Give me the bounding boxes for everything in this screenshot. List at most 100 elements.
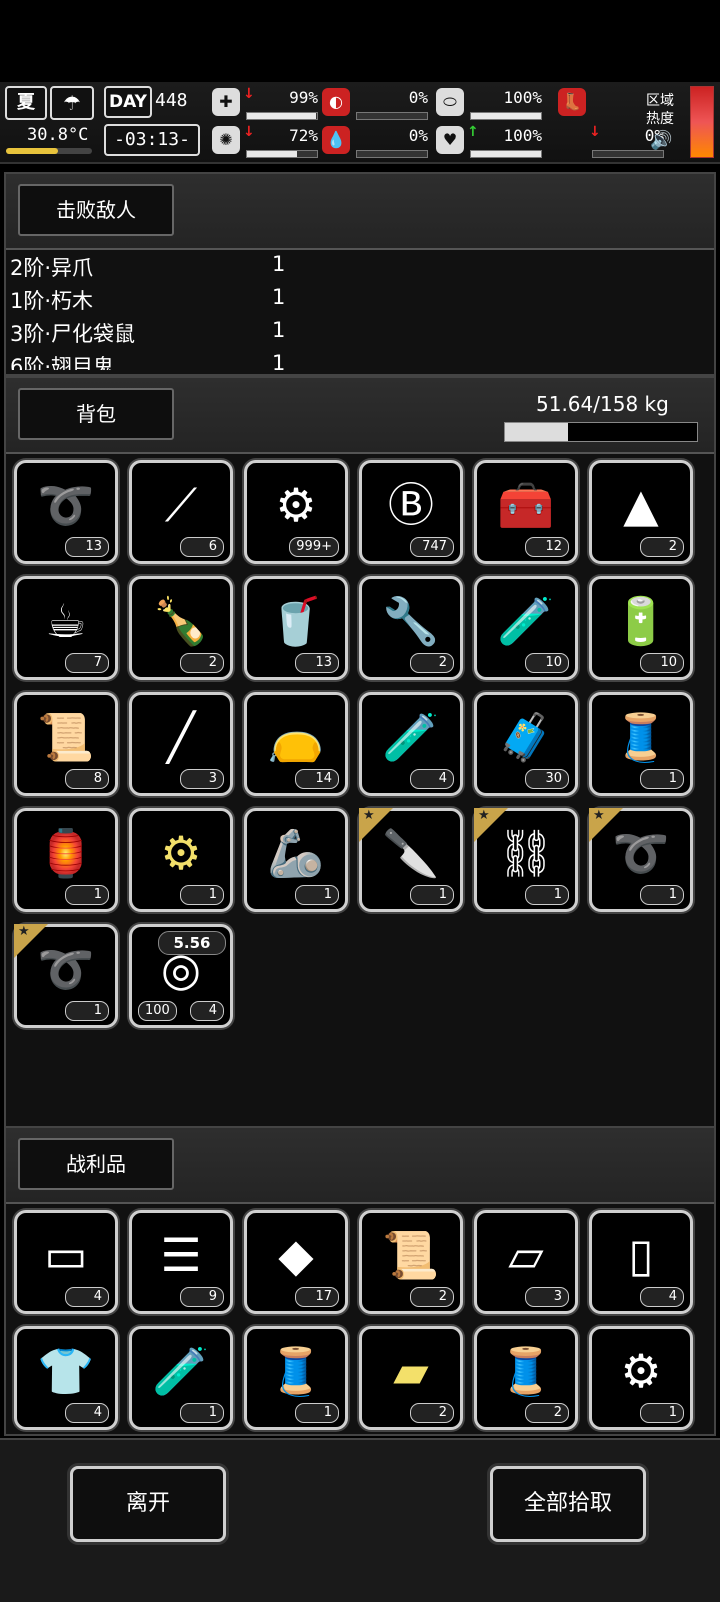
enemy-row: 2阶·异爪 1 [10, 252, 710, 285]
item-count: 1 [640, 1403, 684, 1423]
stat-mood: ♥ ↑ 100% [436, 124, 546, 158]
item-slot[interactable]: ╱ 3 [129, 692, 233, 796]
item-slot[interactable]: 👕 4 [14, 1326, 118, 1430]
stat-bar [246, 150, 318, 158]
loot-tab[interactable]: 战利品 [18, 1138, 174, 1190]
item-slot[interactable]: 🦾 1 [244, 808, 348, 912]
item-count: 4 [410, 769, 454, 789]
item-slot[interactable]: ▱ 3 [474, 1210, 578, 1314]
item-slot[interactable]: ◆ 17 [244, 1210, 348, 1314]
test-tube-v-icon: 🧪 [382, 710, 440, 764]
item-slot[interactable]: ⟋ 6 [129, 460, 233, 564]
item-slot[interactable]: ▯ 4 [589, 1210, 693, 1314]
gold-lantern-part-icon: 🏮 [37, 826, 95, 880]
mechanical-part-icon: ⚙ [620, 1344, 662, 1398]
item-slot[interactable]: 🧵 1 [589, 692, 693, 796]
item-slot[interactable]: ⛓1 [474, 808, 578, 912]
enemy-name: 1阶·朽木 [10, 289, 94, 313]
defeated-enemies-tab[interactable]: 击败敌人 [18, 184, 174, 236]
stat-bar [592, 150, 664, 158]
stat-brain: ✺ ↓ 72% [212, 124, 322, 158]
item-slot[interactable]: ▰ 2 [359, 1326, 463, 1430]
item-slot[interactable]: ⚙ 1 [589, 1326, 693, 1430]
item-slot[interactable]: ➰1 [589, 808, 693, 912]
item-slot[interactable]: 🧳 30 [474, 692, 578, 796]
zone-heat-label: 区域 热度 [646, 93, 674, 127]
item-slot[interactable]: 🍾 2 [129, 576, 233, 680]
item-slot[interactable]: 📜 2 [359, 1210, 463, 1314]
item-count: 8 [65, 769, 109, 789]
star-rank-icon [474, 808, 508, 842]
item-slot[interactable]: ⚙ 999+ [244, 460, 348, 564]
enemy-count: 1 [272, 351, 286, 370]
item-count: 13 [295, 653, 339, 673]
backpack-tab[interactable]: 背包 [18, 388, 174, 440]
item-slot[interactable]: ⚙ 1 [129, 808, 233, 912]
item-slot[interactable]: 👝 14 [244, 692, 348, 796]
item-slot[interactable]: 🔋 10 [589, 576, 693, 680]
speaker-icon[interactable]: 🔊 [650, 130, 672, 151]
stomach-icon: ◐ [322, 88, 350, 116]
item-slot[interactable]: 🧵 1 [244, 1326, 348, 1430]
item-slot[interactable]: 🔧 2 [359, 576, 463, 680]
stat-hunger: ◐ 0% [322, 86, 432, 120]
enemy-list[interactable]: 2阶·异爪 1 1阶·朽木 1 3阶·尸化袋鼠 1 6阶·翅目鬼 1 [10, 252, 710, 370]
cloth-scrap-icon: ▲ [623, 478, 659, 532]
item-count: 1 [180, 885, 224, 905]
item-slot[interactable]: 🧵 2 [474, 1326, 578, 1430]
item-slot[interactable]: ◎ 5.56 100 4 [129, 924, 233, 1028]
take-all-button[interactable]: 全部拾取 [490, 1466, 646, 1542]
enemy-count: 1 [272, 252, 286, 276]
stat-value: 99% [289, 88, 318, 107]
item-slot[interactable]: ➰1 [14, 924, 118, 1028]
item-count: 1 [525, 885, 569, 905]
item-count: 30 [525, 769, 569, 789]
item-count: 1 [640, 885, 684, 905]
enemy-row: 6阶·翅目鬼 1 [10, 351, 710, 370]
item-count: 2 [525, 1403, 569, 1423]
gold-gadget-icon: ⚙ [160, 826, 202, 880]
item-slot[interactable]: 🏮 1 [14, 808, 118, 912]
bottle-icon: 🍾 [152, 594, 210, 648]
item-count: 1 [180, 1403, 224, 1423]
item-slot[interactable]: 📜 8 [14, 692, 118, 796]
item-slot[interactable]: ▭ 4 [14, 1210, 118, 1314]
item-count: 6 [180, 537, 224, 557]
item-slot[interactable]: ☰ 9 [129, 1210, 233, 1314]
item-slot[interactable]: 🥤 13 [244, 576, 348, 680]
item-slot[interactable]: 🧪 4 [359, 692, 463, 796]
toolbox-icon: 🔧 [382, 594, 440, 648]
item-slot[interactable]: Ⓑ 747 [359, 460, 463, 564]
treasure-chest-icon: 🧳 [497, 710, 555, 764]
item-count: 17 [295, 1287, 339, 1307]
item-count: 2 [410, 1403, 454, 1423]
stat-bar [246, 112, 318, 120]
item-slot[interactable]: ☕ 7 [14, 576, 118, 680]
enemy-row: 3阶·尸化袋鼠 1 [10, 318, 710, 351]
item-slot[interactable]: 🧪 10 [474, 576, 578, 680]
item-slot[interactable]: 🔪1 [359, 808, 463, 912]
defeated-enemies-panel: 击败敌人 2阶·异爪 1 1阶·朽木 1 3阶·尸化袋鼠 1 6阶·翅目鬼 1 [4, 172, 716, 376]
item-slot[interactable]: ➰ 13 [14, 460, 118, 564]
item-slot[interactable]: ▲ 2 [589, 460, 693, 564]
item-count: 2 [640, 537, 684, 557]
dirty-rag-icon: ◆ [278, 1228, 314, 1282]
item-slot[interactable]: 🧪 1 [129, 1326, 233, 1430]
stat-bar [470, 150, 542, 158]
stat-trend-arrow: ↑ [467, 124, 479, 140]
tool-bag-icon: 👝 [267, 710, 325, 764]
star-rank-icon [14, 924, 48, 958]
temperature-readout: 30.8°C [27, 125, 89, 145]
item-count: 14 [295, 769, 339, 789]
tool-token-icon: ⚙ [275, 478, 317, 532]
leave-button[interactable]: 离开 [70, 1466, 226, 1542]
stat-bar [470, 112, 542, 120]
stat-value: 0% [408, 88, 428, 107]
paper-roll-icon: 📜 [37, 710, 95, 764]
stat-value: 0% [408, 126, 428, 145]
coffee-cup-icon: ☕ [45, 594, 87, 648]
cigarette-icon: ╱ [167, 710, 195, 764]
item-slot[interactable]: 🧰 12 [474, 460, 578, 564]
item-count: 10 [525, 653, 569, 673]
item-count: 4 [65, 1403, 109, 1423]
